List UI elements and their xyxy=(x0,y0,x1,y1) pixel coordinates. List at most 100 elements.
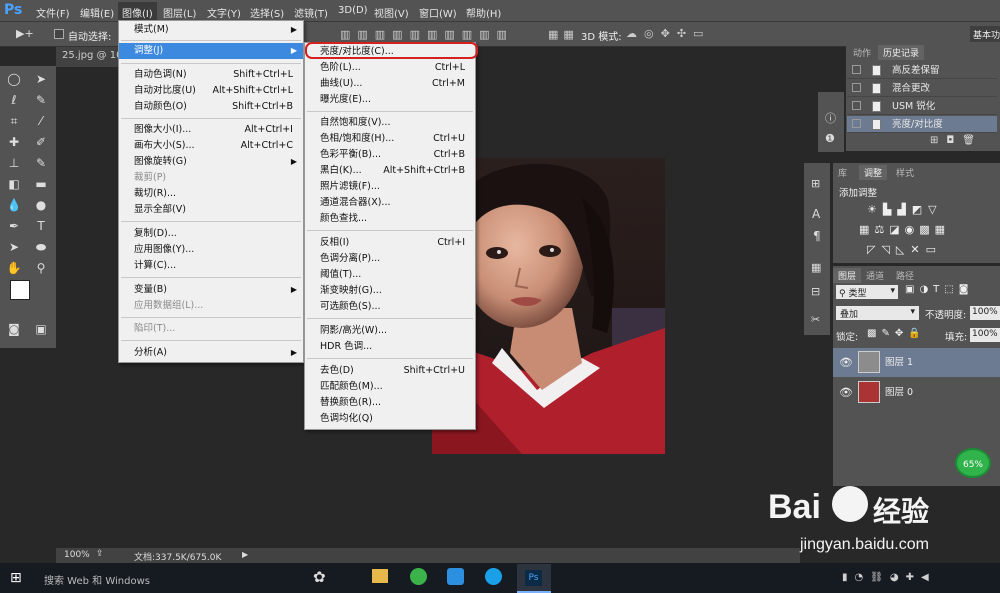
photoshop-taskbar-button[interactable]: Ps xyxy=(517,564,551,593)
status-arrow-icon[interactable]: ▶ xyxy=(242,550,248,559)
menu-item-curves[interactable]: 曲线(U)... Ctrl+M xyxy=(305,76,475,92)
menu-item-calculations[interactable]: 计算(C)... xyxy=(119,258,303,274)
layer-row[interactable]: 👁 图层 0 xyxy=(833,378,1000,407)
menu-select[interactable]: 选择(S) xyxy=(250,5,284,20)
menu-item-vibrance[interactable]: 自然饱和度(V)... xyxy=(305,115,475,131)
info-panel-icon[interactable]: ⓘ xyxy=(825,110,836,126)
menu-item-posterize[interactable]: 色调分离(P)... xyxy=(305,251,475,267)
hand-tool-icon[interactable]: ✋ xyxy=(6,261,22,275)
menu-item-selective-color[interactable]: 可选颜色(S)... xyxy=(305,299,475,315)
menu-item-threshold[interactable]: 阈值(T)... xyxy=(305,267,475,283)
shape-tool-icon[interactable]: ⬬ xyxy=(33,240,49,254)
task-view-icon[interactable]: ✿ xyxy=(313,568,326,586)
menu-item-mode[interactable]: 模式(M) ▶ xyxy=(119,22,303,38)
zoom-level[interactable]: 100% xyxy=(64,550,90,560)
menu-3d[interactable]: 3D(D) xyxy=(338,5,368,16)
menu-item-hue-saturation[interactable]: 色相/饱和度(H)... Ctrl+U xyxy=(305,131,475,147)
properties-icon[interactable]: ❶ xyxy=(825,132,835,145)
adjustment-icons-row-2[interactable]: ▦⚖◪◉▩▦ xyxy=(859,223,950,236)
menu-view[interactable]: 视图(V) xyxy=(374,5,409,20)
3d-mode-icons[interactable]: ☁◎✥✣▭ xyxy=(626,27,710,40)
menu-item-color-lookup[interactable]: 颜色查找... xyxy=(305,211,475,227)
brush-presets-icon[interactable]: ⊞ xyxy=(811,177,820,190)
speed-badge[interactable]: 65% xyxy=(955,448,991,478)
menu-help[interactable]: 帮助(H) xyxy=(466,5,501,20)
menu-item-desaturate[interactable]: 去色(D) Shift+Ctrl+U xyxy=(305,363,475,379)
tab-libraries[interactable]: 库 xyxy=(833,165,852,180)
menu-item-photo-filter[interactable]: 照片滤镜(F)... xyxy=(305,179,475,195)
menu-item-reveal-all[interactable]: 显示全部(V) xyxy=(119,202,303,218)
blend-mode-select[interactable]: 叠加 ▾ xyxy=(836,306,919,320)
menu-item-color-balance[interactable]: 色彩平衡(B)... Ctrl+B xyxy=(305,147,475,163)
paragraph-panel-icon[interactable]: ¶ xyxy=(813,229,821,243)
foreground-color-swatch[interactable] xyxy=(10,280,30,300)
tab-layers[interactable]: 图层 xyxy=(833,268,862,283)
eraser-tool-icon[interactable]: ◧ xyxy=(6,177,22,191)
menu-edit[interactable]: 编辑(E) xyxy=(80,5,114,20)
auto-select-checkbox[interactable] xyxy=(54,29,64,39)
tab-channels[interactable]: 通道 xyxy=(861,268,889,283)
taskbar-search[interactable]: 搜索 Web 和 Windows xyxy=(44,572,150,587)
menu-layer[interactable]: 图层(L) xyxy=(163,5,196,20)
tab-paths[interactable]: 路径 xyxy=(891,268,919,283)
crop-tool-icon[interactable]: ⌗ xyxy=(6,114,22,128)
tab-adjustments[interactable]: 调整 xyxy=(859,165,888,180)
menu-item-adjustments[interactable]: 调整(J) ▶ xyxy=(119,43,303,59)
menu-item-auto-contrast[interactable]: 自动对比度(U) Alt+Shift+Ctrl+L xyxy=(119,83,303,99)
layer-filter-icons[interactable]: ▣◑T⬚◙ xyxy=(905,284,973,295)
menu-item-apply-image[interactable]: 应用图像(Y)... xyxy=(119,242,303,258)
adjustment-icons-row-3[interactable]: ◸◹◺✕▭ xyxy=(867,243,942,256)
opacity-input[interactable]: 100% xyxy=(970,306,1000,320)
file-explorer-icon[interactable] xyxy=(372,569,388,583)
menu-item-gradient-map[interactable]: 渐变映射(G)... xyxy=(305,283,475,299)
menu-item-equalize[interactable]: 色调均化(Q) xyxy=(305,411,475,427)
menu-item-levels[interactable]: 色阶(L)... Ctrl+L xyxy=(305,60,475,76)
history-row[interactable]: USM 锐化 xyxy=(847,98,997,115)
lasso-tool-icon[interactable]: ℓ xyxy=(6,93,22,107)
lock-icons[interactable]: ▩✎✥🔒 xyxy=(867,328,926,339)
type-tool-icon[interactable]: T xyxy=(33,219,49,233)
quick-select-icon[interactable]: ✎ xyxy=(33,93,49,107)
history-checkbox[interactable] xyxy=(852,83,861,92)
history-brush-icon[interactable]: ✎ xyxy=(33,156,49,170)
app-icon[interactable] xyxy=(447,568,464,585)
healing-brush-icon[interactable]: ✚ xyxy=(6,135,22,149)
history-checkbox[interactable] xyxy=(852,65,861,74)
adjustment-icons-row-1[interactable]: ☀▙▟◩▽ xyxy=(867,203,943,216)
menu-item-image-size[interactable]: 图像大小(I)... Alt+Ctrl+I xyxy=(119,122,303,138)
tab-styles[interactable]: 样式 xyxy=(891,165,919,180)
visibility-eye-icon[interactable]: 👁 xyxy=(839,348,853,377)
media-player-icon[interactable] xyxy=(485,568,502,585)
move-tool-icon[interactable]: ▶+ xyxy=(16,27,34,40)
menu-window[interactable]: 窗口(W) xyxy=(419,5,457,20)
gradient-tool-icon[interactable]: ▬ xyxy=(33,177,49,191)
menu-item-trap[interactable]: 陷印(T)... xyxy=(119,321,303,337)
zoom-tool-icon[interactable]: ⚲ xyxy=(33,261,49,275)
tab-actions[interactable]: 动作 xyxy=(848,45,876,60)
character-panel-icon[interactable]: A xyxy=(812,207,820,221)
menu-item-duplicate[interactable]: 复制(D)... xyxy=(119,226,303,242)
path-select-icon[interactable]: ➤ xyxy=(6,240,22,254)
distribute-icons[interactable]: ▦▦ xyxy=(548,28,579,41)
tool-presets-icon[interactable]: ✂ xyxy=(811,313,820,326)
clone-stamp-icon[interactable]: ⊥ xyxy=(6,156,22,170)
menu-item-image-rotation[interactable]: 图像旋转(G) ▶ xyxy=(119,154,303,170)
align-icons[interactable]: ▥▥▥▥▥▥▥▥▥▥ xyxy=(340,28,514,41)
menu-item-channel-mixer[interactable]: 通道混合器(X)... xyxy=(305,195,475,211)
swatches-icon[interactable]: ▦ xyxy=(811,261,821,274)
history-row[interactable]: 混合更改 xyxy=(847,80,997,97)
history-checkbox[interactable] xyxy=(852,119,861,128)
visibility-eye-icon[interactable]: 👁 xyxy=(839,378,853,407)
menu-item-auto-color[interactable]: 自动颜色(O) Shift+Ctrl+B xyxy=(119,99,303,115)
menu-item-trim[interactable]: 裁切(R)... xyxy=(119,186,303,202)
menu-item-hdr-toning[interactable]: HDR 色调... xyxy=(305,339,475,355)
menu-item-shadows-highlights[interactable]: 阴影/高光(W)... xyxy=(305,323,475,339)
menu-filter[interactable]: 滤镜(T) xyxy=(294,5,328,20)
history-actions-icons[interactable]: ⊞◘🗑 xyxy=(930,135,983,146)
windows-start-icon[interactable]: ⊞ xyxy=(10,570,22,586)
blur-tool-icon[interactable]: 💧 xyxy=(6,198,22,212)
history-checkbox[interactable] xyxy=(852,101,861,110)
menu-file[interactable]: 文件(F) xyxy=(36,5,70,20)
eyedropper-tool-icon[interactable]: ⁄ xyxy=(33,114,49,128)
menu-item-auto-tone[interactable]: 自动色调(N) Shift+Ctrl+L xyxy=(119,67,303,83)
